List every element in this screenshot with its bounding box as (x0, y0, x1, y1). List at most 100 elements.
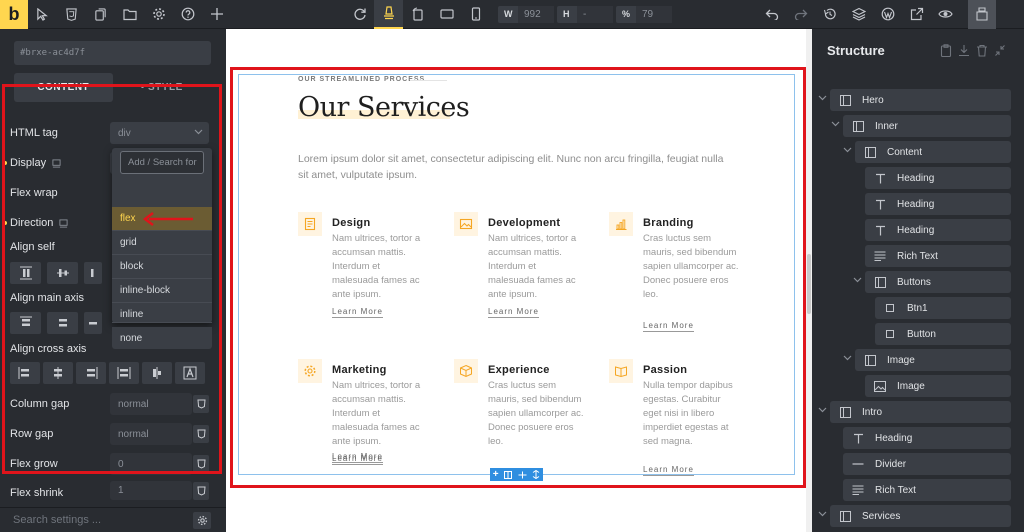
structure-node-image[interactable]: Image (865, 375, 1011, 397)
dropdown-option-grid[interactable]: grid (112, 231, 212, 255)
height-field[interactable]: H- (557, 5, 613, 23)
structure-title: Structure (827, 43, 885, 58)
undo-icon[interactable] (757, 0, 786, 29)
container-icon (838, 510, 852, 522)
move-vertical-icon[interactable] (532, 470, 540, 479)
search-settings-input[interactable]: Search settings ... (0, 507, 226, 532)
help-icon[interactable] (173, 0, 202, 29)
divider-icon (851, 462, 865, 466)
annotation-arrow-icon (143, 212, 193, 226)
dropdown-option-none[interactable]: none (112, 327, 212, 349)
structure-node-label: Hero (862, 94, 884, 106)
wordpress-icon[interactable] (873, 0, 902, 29)
tree-expand-caret[interactable] (843, 147, 853, 157)
tree-expand-caret[interactable] (818, 95, 828, 105)
width-label: W (504, 9, 513, 19)
clipboard-icon[interactable] (940, 44, 952, 57)
layers-icon[interactable] (844, 0, 873, 29)
save-icon[interactable] (968, 0, 996, 29)
structure-node-rich-text[interactable]: Rich Text (843, 479, 1011, 501)
structure-node-label: Image (887, 354, 915, 366)
structure-node-label: Buttons (897, 276, 931, 288)
redo-icon[interactable] (786, 0, 815, 29)
trash-icon[interactable] (976, 44, 988, 57)
structure-node-services[interactable]: Services (830, 505, 1011, 527)
dropdown-option-inline[interactable]: inline (112, 303, 212, 323)
move-horizontal-icon[interactable] (518, 471, 527, 479)
container-icon (838, 94, 852, 106)
structure-node-label: Image (897, 380, 925, 392)
structure-node-heading[interactable]: Heading (865, 193, 1011, 215)
lines-icon (873, 251, 887, 261)
zoom-field[interactable]: % 79 (616, 5, 672, 23)
display-dropdown: Add / Search for flex grid block inline-… (112, 148, 212, 323)
external-link-icon[interactable] (902, 0, 931, 29)
structure-node-btn1[interactable]: Btn1 (875, 297, 1011, 319)
structure-node-heading[interactable]: Heading (843, 427, 1011, 449)
scrollbar-thumb[interactable] (807, 254, 811, 314)
structure-node-label: Inner (875, 120, 898, 132)
structure-node-inner[interactable]: Inner (843, 115, 1011, 137)
gear-icon[interactable] (144, 0, 173, 29)
image-icon (873, 380, 887, 392)
flex-shrink-input[interactable]: 1 (110, 481, 192, 500)
structure-node-image[interactable]: Image (855, 349, 1011, 371)
mobile-icon[interactable] (461, 0, 490, 29)
text-icon (851, 433, 865, 444)
tree-expand-caret[interactable] (853, 277, 863, 287)
container-icon (863, 354, 877, 366)
element-control-bar: + (490, 468, 543, 481)
lines-icon (851, 485, 865, 495)
bricks-logo[interactable]: b (0, 0, 28, 29)
width-input[interactable]: 992 (518, 5, 554, 23)
collapse-icon[interactable] (994, 44, 1006, 57)
container-icon (873, 276, 887, 288)
columns-icon[interactable] (504, 470, 513, 479)
zoom-label: % (622, 9, 631, 19)
structure-node-rich-text[interactable]: Rich Text (865, 245, 1011, 267)
tablet-icon[interactable] (432, 0, 461, 29)
structure-node-heading[interactable]: Heading (865, 219, 1011, 241)
zoom-input[interactable]: 79 (636, 5, 672, 23)
tablet-landscape-icon[interactable] (403, 0, 432, 29)
desktop-breakpoint-icon[interactable] (374, 0, 403, 29)
structure-node-button[interactable]: Button (875, 323, 1011, 345)
height-input[interactable]: - (577, 5, 613, 23)
tree-expand-caret[interactable] (818, 511, 828, 521)
width-field[interactable]: W 992 (498, 5, 554, 23)
plus-icon[interactable] (202, 0, 231, 29)
element-id-field[interactable]: #brxe-ac4d7f (14, 41, 211, 65)
structure-node-content[interactable]: Content (855, 141, 1011, 163)
tree-expand-caret[interactable] (843, 355, 853, 365)
structure-node-label: Rich Text (875, 484, 916, 496)
structure-node-intro[interactable]: Intro (830, 401, 1011, 423)
structure-node-label: Rich Text (897, 250, 938, 262)
structure-node-label: Content (887, 146, 923, 158)
download-icon[interactable] (958, 44, 970, 57)
dropdown-option-block[interactable]: block (112, 255, 212, 279)
structure-actions (940, 44, 1006, 57)
pages-icon[interactable] (86, 0, 115, 29)
structure-node-divider[interactable]: Divider (843, 453, 1011, 475)
tree-expand-caret[interactable] (818, 407, 828, 417)
structure-node-hero[interactable]: Hero (830, 89, 1011, 111)
structure-node-label: Button (907, 328, 936, 340)
flex-shrink-label: Flex shrink (10, 487, 64, 499)
tree-expand-caret[interactable] (831, 121, 841, 131)
structure-node-buttons[interactable]: Buttons (865, 271, 1011, 293)
structure-node-label: Heading (875, 432, 913, 444)
settings-gear-icon[interactable] (193, 512, 211, 529)
annotation-highlight-canvas (230, 67, 806, 488)
dropdown-search-input[interactable]: Add / Search for (120, 151, 204, 174)
cursor-icon[interactable] (28, 0, 57, 29)
eye-icon[interactable] (931, 0, 960, 29)
dropdown-option-inline-block[interactable]: inline-block (112, 279, 212, 303)
structure-node-label: Heading (897, 224, 935, 236)
history-icon[interactable] (815, 0, 844, 29)
html5-icon[interactable] (57, 0, 86, 29)
add-element-icon[interactable]: + (493, 469, 499, 480)
structure-node-heading[interactable]: Heading (865, 167, 1011, 189)
folder-icon[interactable] (115, 0, 144, 29)
refresh-icon[interactable] (345, 0, 374, 29)
css-var-shield-icon[interactable] (193, 482, 209, 500)
